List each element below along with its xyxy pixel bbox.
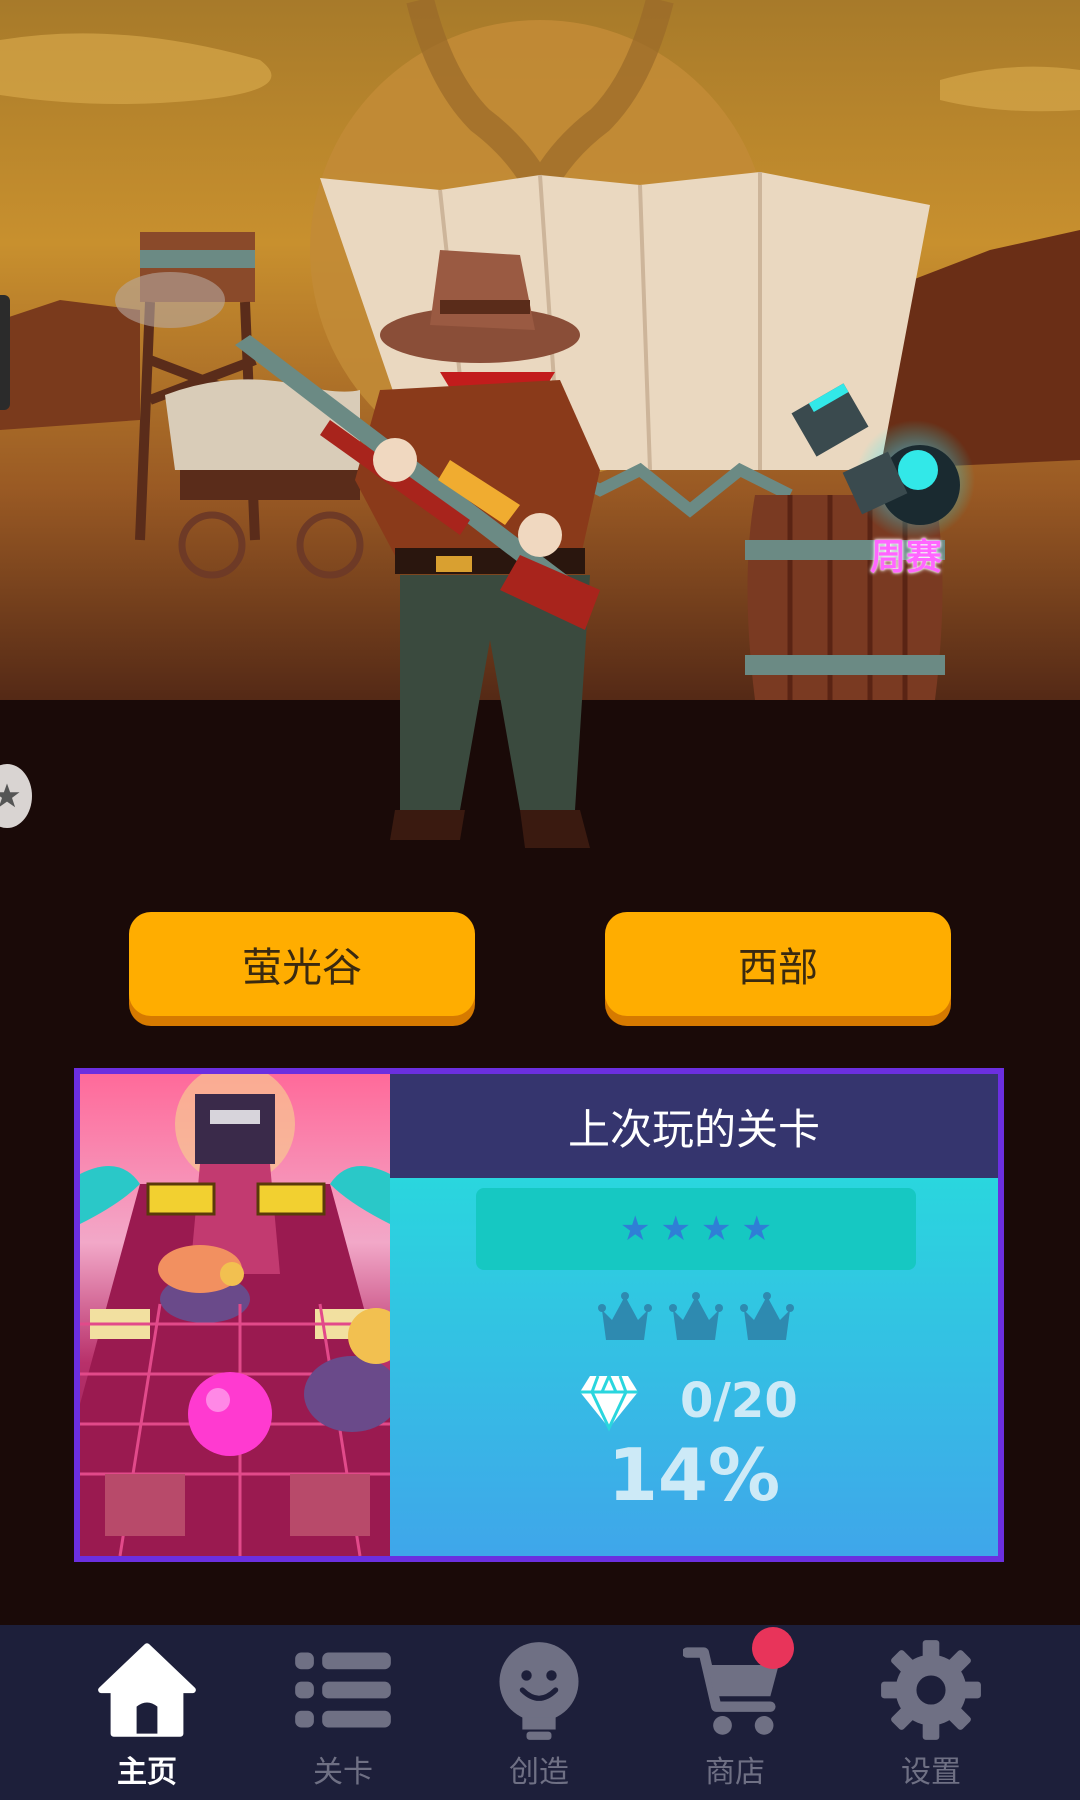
nav-label: 创造 [509, 1755, 569, 1790]
nav-label: 关卡 [313, 1755, 373, 1790]
home-icon [98, 1643, 196, 1737]
star-icon: ★ [660, 1209, 691, 1249]
gear-icon [881, 1640, 981, 1740]
last-played-stats: ★ ★ ★ ★ 0/20 14% [390, 1178, 998, 1556]
last-played-card[interactable]: 上次玩的关卡 ★ ★ ★ ★ 0/20 14% [74, 1068, 1004, 1562]
star-icon: ★ [620, 1209, 651, 1249]
gems-row: 0/20 [578, 1366, 798, 1436]
world-button-west[interactable]: 西部 [605, 912, 951, 1016]
level-stars: ★ ★ ★ ★ [476, 1188, 916, 1270]
gem-count: 0/20 [680, 1373, 798, 1429]
nav-label: 主页 [117, 1755, 177, 1790]
bottom-nav: 主页 关卡 创造 商店 设置 [0, 1625, 1080, 1800]
side-drawer-handle[interactable] [0, 295, 10, 410]
star-gear-icon [0, 783, 20, 808]
nav-label: 设置 [901, 1755, 961, 1790]
last-played-info: 上次玩的关卡 ★ ★ ★ ★ 0/20 14% [390, 1074, 998, 1556]
lightbulb-icon [499, 1642, 579, 1740]
level-crowns [596, 1290, 796, 1348]
nav-item-levels[interactable]: 关卡 [245, 1625, 441, 1800]
nav-item-home[interactable]: 主页 [49, 1625, 245, 1800]
last-played-title: 上次玩的关卡 [390, 1074, 998, 1178]
crown-icon [598, 1292, 652, 1340]
crown-icon [669, 1292, 723, 1340]
diamond-icon [580, 1375, 638, 1432]
world-button-firefly-valley[interactable]: 萤光谷 [129, 912, 475, 1016]
crown-icon [740, 1292, 794, 1340]
star-icon: ★ [701, 1209, 732, 1249]
level-progress-percent: 14% [607, 1433, 781, 1517]
nav-item-shop[interactable]: 商店 [637, 1625, 833, 1800]
nav-label: 商店 [705, 1755, 765, 1790]
star-icon: ★ [741, 1209, 772, 1249]
list-icon [295, 1652, 391, 1728]
nav-item-create[interactable]: 创造 [441, 1625, 637, 1800]
nav-item-settings[interactable]: 设置 [833, 1625, 1029, 1800]
weekly-event-label[interactable]: 周赛 [870, 528, 942, 580]
notification-badge [752, 1627, 794, 1669]
level-thumbnail [80, 1074, 390, 1556]
